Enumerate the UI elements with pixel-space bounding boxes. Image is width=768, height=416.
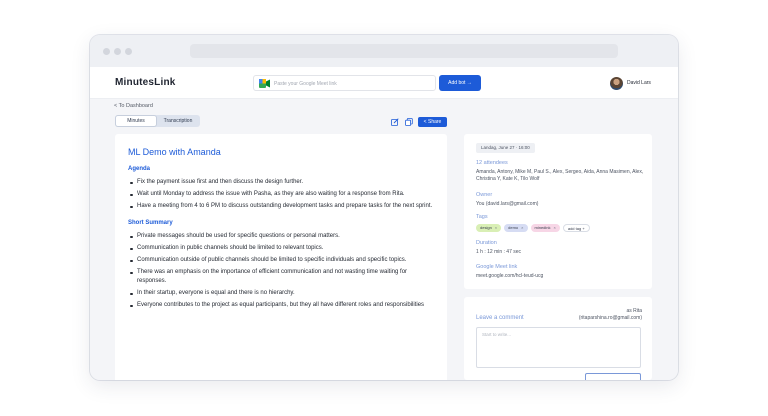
close-icon[interactable]: × (495, 225, 497, 230)
app-area: MinutesLink Add bot → David Lars < To Da… (90, 67, 678, 380)
submit-comment-button[interactable] (585, 373, 641, 380)
attendees-label[interactable]: 12 attendees (476, 160, 508, 166)
list-item: Fix the payment issue first and then dis… (128, 178, 434, 187)
share-icon: < (423, 119, 427, 125)
app-logo[interactable]: MinutesLink (115, 77, 176, 88)
comment-input[interactable] (477, 328, 640, 367)
tag-chip[interactable]: minedink × (530, 224, 560, 232)
duration-label: Duration (476, 240, 497, 246)
agenda-list: Fix the payment issue first and then dis… (128, 178, 434, 211)
comment-author: as Rita (ritaparshina.ro@gmail.com) (579, 308, 642, 322)
add-bot-button[interactable]: Add bot → (439, 75, 481, 91)
browser-window: MinutesLink Add bot → David Lars < To Da… (90, 35, 678, 380)
list-item: Communication outside of public channels… (128, 256, 434, 265)
list-item: Everyone contributes to the project as e… (128, 301, 434, 310)
user-name: David Lars (627, 80, 651, 86)
list-item: There was an emphasis on the importance … (128, 268, 434, 286)
meeting-title: ML Demo with Amanda (128, 147, 221, 157)
user-menu[interactable]: David Lars (610, 75, 651, 91)
tab-transcription[interactable]: Transcription (158, 116, 198, 126)
tag-label: demo (508, 225, 519, 230)
meet-link-label: Google Meet link (476, 264, 518, 270)
top-nav: MinutesLink Add bot → David Lars (90, 67, 678, 99)
summary-heading: Short Summary (128, 220, 173, 226)
list-item: Communication in public channels should … (128, 244, 434, 253)
agenda-heading: Agenda (128, 166, 151, 172)
close-icon[interactable]: × (554, 225, 556, 230)
avatar[interactable] (610, 76, 623, 90)
copy-icon[interactable] (405, 118, 413, 126)
tag-chip[interactable]: design × (476, 224, 502, 232)
add-tag-button[interactable]: add tag + (562, 224, 590, 232)
tag-chip[interactable]: demo × (504, 224, 528, 232)
tag-list: design × demo × minedink × add tag + (476, 224, 590, 232)
meet-link-input[interactable] (274, 77, 432, 90)
meet-link-value[interactable]: meet.google.com/hcl-teud-ucg (476, 273, 644, 280)
comment-card: Leave a comment as Rita (ritaparshina.ro… (464, 297, 652, 380)
window-dot-icon[interactable] (103, 48, 110, 55)
meet-link-field[interactable] (253, 75, 436, 91)
window-dot-icon[interactable] (114, 48, 121, 55)
comment-field[interactable] (476, 327, 641, 368)
tags-label: Tags (476, 214, 488, 220)
attendees-list: Amanda, Antony, Mike M, Paul S., Alex, S… (476, 169, 644, 182)
list-item: Wait until Monday to address the issue w… (128, 190, 434, 199)
view-tabs: Minutes Transcription (115, 115, 200, 127)
meeting-details-card: Landag, June 27 · 16:00 12 attendees Ama… (464, 134, 652, 289)
comment-author-email: (ritaparshina.ro@gmail.com) (578, 315, 642, 321)
google-meet-icon (259, 79, 270, 88)
owner-value: You (david.lars@gmail.com) (476, 201, 539, 207)
tag-label: minedink (534, 225, 551, 230)
edit-icon[interactable] (391, 118, 399, 126)
leave-comment-label: Leave a comment (476, 315, 524, 321)
owner-label: Owner (476, 192, 493, 198)
list-item: In their startup, everyone is equal and … (128, 289, 434, 298)
list-item: Private messages should be used for spec… (128, 232, 434, 241)
tag-label: design (480, 225, 492, 230)
browser-chrome (90, 35, 678, 67)
browser-address-bar[interactable] (190, 44, 618, 58)
tab-minutes[interactable]: Minutes (116, 116, 156, 126)
summary-list: Private messages should be used for spec… (128, 232, 434, 310)
share-label: Share (427, 119, 442, 125)
comment-author-name: as Rita (626, 308, 642, 314)
share-button[interactable]: < Share (418, 117, 447, 127)
back-to-dashboard-link[interactable]: < To Dashboard (114, 103, 153, 109)
close-icon[interactable]: × (521, 225, 523, 230)
minutes-card: ML Demo with Amanda Agenda Fix the payme… (115, 134, 447, 380)
list-item: Have a meeting from 4 to 6 PM to discuss… (128, 202, 434, 211)
window-dot-icon[interactable] (125, 48, 132, 55)
meeting-date: Landag, June 27 · 16:00 (476, 143, 535, 153)
duration-value: 1 h : 12 min : 47 sec (476, 249, 522, 255)
